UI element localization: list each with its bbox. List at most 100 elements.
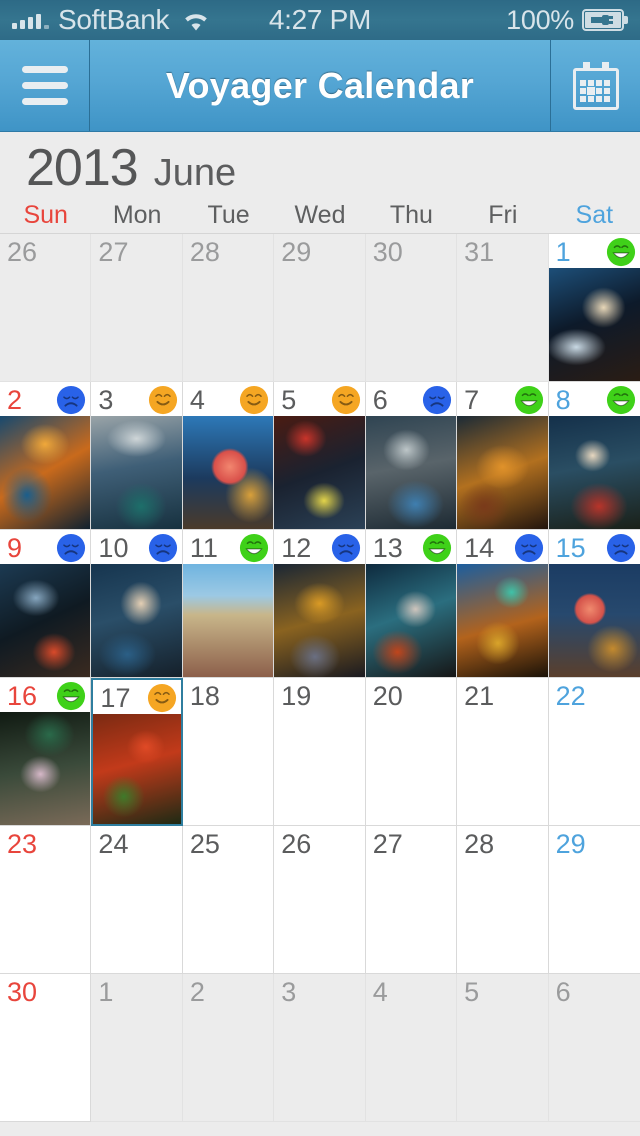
day-number: 11 <box>189 533 218 563</box>
calendar-view-button[interactable] <box>550 40 640 131</box>
weekday-label-wed: Wed <box>294 200 346 229</box>
calendar-cell[interactable]: 10 <box>91 530 183 678</box>
blue-sad-face-icon[interactable] <box>331 533 361 563</box>
page-title: Voyager Calendar <box>165 64 475 106</box>
green-laughing-face-icon[interactable] <box>606 237 636 267</box>
day-number: 6 <box>372 385 388 415</box>
calendar-cell[interactable]: 26 <box>0 234 92 382</box>
day-number: 20 <box>372 681 403 711</box>
menu-button[interactable] <box>0 40 90 131</box>
day-number: 1 <box>555 237 571 267</box>
calendar-cell[interactable]: 12 <box>274 530 366 678</box>
calendar-cell[interactable]: 25 <box>182 826 275 974</box>
day-number: 28 <box>464 829 495 859</box>
green-laughing-face-icon[interactable] <box>606 385 636 415</box>
calendar-cell[interactable]: 24 <box>91 826 183 974</box>
day-number: 23 <box>7 829 38 859</box>
calendar-cell[interactable]: 3 <box>91 382 183 530</box>
blue-sad-face-icon[interactable] <box>56 385 86 415</box>
day-thumbnail-image <box>91 416 182 529</box>
calendar-cell[interactable]: 4 <box>182 382 275 530</box>
calendar-cell[interactable]: 23 <box>0 826 92 974</box>
blue-sad-face-icon[interactable] <box>56 533 86 563</box>
calendar-cell[interactable]: 6 <box>365 382 458 530</box>
calendar-cell[interactable]: 20 <box>365 678 458 826</box>
calendar-cell[interactable]: 3 <box>274 974 366 1122</box>
calendar-cell[interactable]: 2 <box>0 382 92 530</box>
day-number: 21 <box>464 681 495 711</box>
day-number: 8 <box>555 385 571 415</box>
calendar-icon <box>572 61 619 110</box>
calendar-cell[interactable]: 19 <box>274 678 366 826</box>
navigation-bar: Voyager Calendar <box>0 40 640 132</box>
green-laughing-face-icon[interactable] <box>422 533 452 563</box>
orange-smiling-face-icon[interactable] <box>148 385 178 415</box>
calendar-cell[interactable]: 15 <box>548 530 640 678</box>
day-number: 15 <box>555 533 586 563</box>
calendar-cell[interactable]: 28 <box>182 234 275 382</box>
calendar-cell[interactable]: 29 <box>274 234 366 382</box>
calendar-cell[interactable]: 4 <box>365 974 458 1122</box>
calendar-cell[interactable]: 11 <box>182 530 275 678</box>
signal-bars-icon <box>12 12 49 29</box>
calendar-cell[interactable]: 7 <box>457 382 549 530</box>
day-number: 1 <box>98 977 114 1007</box>
calendar-cell[interactable]: 26 <box>274 826 366 974</box>
day-number: 5 <box>281 385 297 415</box>
calendar-cell[interactable]: 18 <box>182 678 275 826</box>
day-thumbnail-image <box>548 564 640 677</box>
day-number: 10 <box>98 533 129 563</box>
day-number: 4 <box>189 385 205 415</box>
blue-sad-face-icon[interactable] <box>514 533 544 563</box>
blue-sad-face-icon[interactable] <box>606 533 636 563</box>
blue-sad-face-icon[interactable] <box>422 385 452 415</box>
day-thumbnail-image <box>0 564 91 677</box>
battery-percent-label: 100% <box>506 4 574 35</box>
calendar-cell[interactable]: 16 <box>0 678 92 826</box>
calendar-cell[interactable]: 14 <box>457 530 549 678</box>
weekday-label-sat: Sat <box>575 200 614 229</box>
calendar-cell[interactable]: 30 <box>365 234 458 382</box>
day-thumbnail-image <box>457 416 548 529</box>
weekday-label-tue: Tue <box>207 200 250 229</box>
orange-smiling-face-icon[interactable] <box>147 683 177 713</box>
weekday-header-row: Sun Mon Tue Wed Thu Fri Sat <box>0 197 640 233</box>
green-laughing-face-icon[interactable] <box>239 533 269 563</box>
calendar-cell-today[interactable]: 17 <box>91 678 183 826</box>
day-thumbnail-image <box>182 416 274 529</box>
calendar-cell[interactable]: 30 <box>0 974 92 1122</box>
calendar-cell[interactable]: 8 <box>548 382 640 530</box>
blue-sad-face-icon[interactable] <box>148 533 178 563</box>
calendar-cell[interactable]: 29 <box>548 826 640 974</box>
day-thumbnail-image <box>548 268 640 381</box>
day-thumbnail-image <box>274 416 365 529</box>
day-number: 26 <box>7 237 38 267</box>
green-laughing-face-icon[interactable] <box>56 681 86 711</box>
calendar-cell[interactable]: 13 <box>365 530 458 678</box>
day-number: 27 <box>372 829 403 859</box>
day-number: 19 <box>281 681 312 711</box>
calendar-cell[interactable]: 31 <box>457 234 549 382</box>
hamburger-menu-icon <box>21 57 68 114</box>
orange-smiling-face-icon[interactable] <box>331 385 361 415</box>
calendar-cell[interactable]: 21 <box>457 678 549 826</box>
calendar-cell[interactable]: 1 <box>548 234 640 382</box>
calendar-cell[interactable]: 5 <box>457 974 549 1122</box>
calendar-cell[interactable]: 5 <box>274 382 366 530</box>
day-number: 31 <box>464 237 495 267</box>
calendar-cell[interactable]: 6 <box>548 974 640 1122</box>
calendar-cell[interactable]: 1 <box>91 974 183 1122</box>
calendar-cell[interactable]: 28 <box>457 826 549 974</box>
day-number: 2 <box>189 977 205 1007</box>
year-label: 2013 <box>26 139 139 197</box>
calendar-cell[interactable]: 27 <box>365 826 458 974</box>
green-laughing-face-icon[interactable] <box>514 385 544 415</box>
day-number: 29 <box>281 237 312 267</box>
calendar-cell[interactable]: 9 <box>0 530 92 678</box>
calendar-cell[interactable]: 27 <box>91 234 183 382</box>
orange-smiling-face-icon[interactable] <box>239 385 269 415</box>
day-number: 4 <box>372 977 388 1007</box>
day-number: 2 <box>7 385 23 415</box>
calendar-cell[interactable]: 2 <box>182 974 275 1122</box>
calendar-cell[interactable]: 22 <box>548 678 640 826</box>
